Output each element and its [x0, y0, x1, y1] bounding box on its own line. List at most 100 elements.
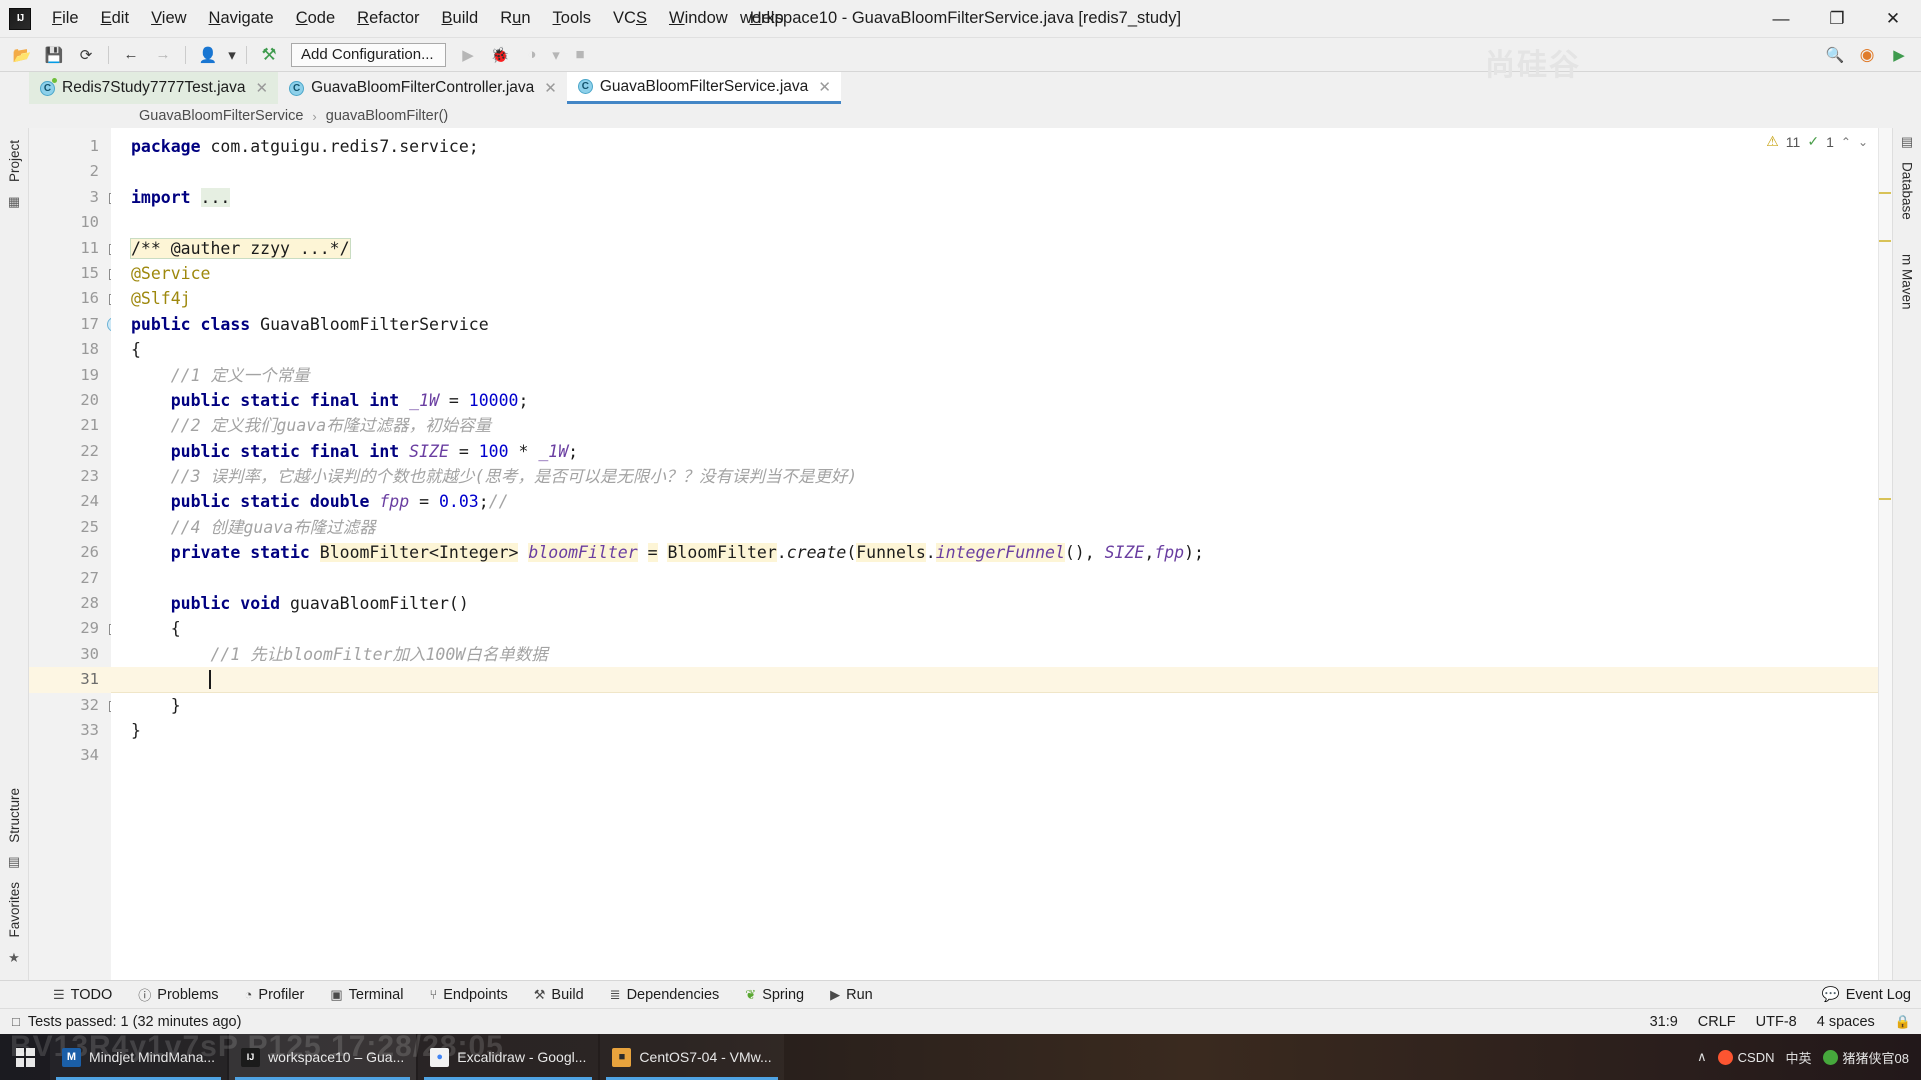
breadcrumb-class[interactable]: GuavaBloomFilterService [139, 108, 303, 124]
line-number[interactable]: 34 [29, 743, 111, 768]
forward-icon[interactable]: → [149, 42, 177, 68]
line-number[interactable]: 23 [29, 464, 111, 489]
code-line[interactable] [111, 210, 1892, 235]
line-number[interactable]: 1 [29, 134, 111, 159]
chevron-down-icon[interactable]: ▾ [226, 42, 238, 68]
line-number[interactable]: 17◉ [29, 312, 122, 337]
next-highlight-icon[interactable]: ⌄ [1858, 135, 1868, 149]
sidebar-item-database[interactable]: Database [1900, 154, 1915, 228]
code-line[interactable]: public static final int _1W = 10000; [111, 388, 1892, 413]
editor-tab-redis7study7777test[interactable]: C Redis7Study7777Test.java ✕ [29, 72, 279, 104]
search-icon[interactable]: 🔍 [1821, 42, 1849, 68]
previous-highlight-icon[interactable]: ⌃ [1841, 135, 1851, 149]
line-number[interactable]: 15- [29, 261, 120, 297]
sidebar-item-favorites[interactable]: Favorites [7, 874, 22, 946]
code-line[interactable]: public class GuavaBloomFilterService [111, 312, 1892, 337]
code-line[interactable]: //3 误判率，它越小误判的个数也就越少(思考，是否可以是无限小？？没有误判当不… [111, 464, 1892, 489]
start-button[interactable] [0, 1034, 50, 1080]
breadcrumb-method[interactable]: guavaBloomFilter() [326, 108, 449, 124]
line-number[interactable]: 28 [29, 591, 111, 616]
code-line[interactable] [111, 566, 1892, 591]
event-log-button[interactable]: 💬 Event Log [1822, 986, 1911, 1004]
run-icon[interactable]: ▶ [454, 42, 482, 68]
taskbar-item-excalidraw[interactable]: ● Excalidraw - Googl... [418, 1034, 599, 1080]
menu-edit[interactable]: Edit [90, 5, 140, 32]
line-number[interactable]: 27 [29, 566, 111, 591]
code-line[interactable]: @Service [111, 261, 1892, 286]
sidebar-item-structure[interactable]: Structure [7, 780, 22, 851]
line-number[interactable]: 32- [29, 693, 120, 729]
menu-code[interactable]: Code [285, 5, 346, 32]
code-line[interactable]: //1 定义一个常量 [111, 363, 1892, 388]
menu-view[interactable]: View [140, 5, 197, 32]
line-number[interactable]: 20 [29, 388, 111, 413]
line-separator[interactable]: CRLF [1698, 1014, 1736, 1030]
profile-icon[interactable]: 👤 [194, 42, 222, 68]
line-number[interactable]: 29- [29, 616, 120, 653]
menu-run[interactable]: Run [489, 5, 541, 32]
editor-tab-guavabloomfilterservice[interactable]: C GuavaBloomFilterService.java ✕ [566, 72, 841, 104]
code-line[interactable]: public static double fpp = 0.03;// [111, 489, 1892, 514]
line-number[interactable]: 16- [29, 286, 120, 323]
line-number-gutter[interactable]: 123+1011+15-16-17◉1819202122232425262728… [29, 128, 122, 980]
menu-help[interactable]: Help [739, 5, 795, 32]
stop-icon[interactable]: ■ [566, 42, 594, 68]
code-text-area[interactable]: package com.atguigu.redis7.service; impor… [111, 128, 1892, 980]
code-line[interactable]: { [111, 616, 1892, 641]
menu-vcs[interactable]: VCS [602, 5, 658, 32]
code-line[interactable] [111, 743, 1892, 768]
close-tab-icon[interactable]: ✕ [256, 79, 269, 97]
structure-panel-icon[interactable]: ▤ [8, 854, 20, 870]
line-number[interactable]: 18 [29, 337, 111, 362]
tool-window-spring[interactable]: ❦ Spring [732, 987, 817, 1003]
code-line[interactable]: } [111, 693, 1892, 718]
line-number[interactable]: 3+ [29, 185, 120, 210]
code-line[interactable]: //1 先让bloomFilter加入100W白名单数据 [111, 642, 1892, 667]
line-number[interactable]: 11+ [29, 236, 120, 261]
menu-tools[interactable]: Tools [542, 5, 603, 32]
line-number[interactable]: 22 [29, 439, 111, 464]
line-number[interactable]: 21 [29, 413, 111, 438]
tool-window-dependencies[interactable]: ≣ Dependencies [597, 987, 733, 1003]
tool-window-profiler[interactable]: ◔ Profiler [232, 987, 318, 1003]
code-line[interactable]: public void guavaBloomFilter() [111, 591, 1892, 616]
show-hidden-icons[interactable]: ∧ [1697, 1049, 1707, 1065]
tool-window-endpoints[interactable]: ⑂ Endpoints [416, 987, 520, 1003]
code-line[interactable]: } [111, 718, 1892, 743]
code-line[interactable]: //2 定义我们guava布隆过滤器，初始容量 [111, 413, 1892, 438]
line-number[interactable]: 10 [29, 210, 111, 235]
sidebar-item-project[interactable]: Project [7, 132, 22, 190]
maximize-button[interactable]: ❐ [1809, 0, 1865, 38]
line-number[interactable]: 24 [29, 489, 111, 514]
code-line[interactable]: /** @auther zzyy ...*/ [111, 236, 1892, 261]
tool-window-problems[interactable]: ⓘ Problems [125, 985, 231, 1004]
lock-icon[interactable]: 🔒 [1895, 1014, 1911, 1030]
code-line[interactable]: @Slf4j [111, 286, 1892, 311]
line-number[interactable]: 33 [29, 718, 111, 743]
build-hammer-icon[interactable]: ⚒ [255, 42, 283, 68]
profiler-dropdown-icon[interactable]: ▾ [550, 42, 562, 68]
plugin-icon[interactable]: ◉ [1853, 42, 1881, 68]
minimize-button[interactable]: — [1753, 0, 1809, 38]
tool-window-build[interactable]: ⚒ Build [521, 987, 597, 1003]
line-number[interactable]: 25 [29, 515, 111, 540]
code-line[interactable]: private static BloomFilter<Integer> bloo… [111, 540, 1892, 565]
file-encoding[interactable]: UTF-8 [1756, 1014, 1797, 1030]
tool-window-terminal[interactable]: ▣ Terminal [317, 987, 416, 1003]
user-badge[interactable]: 猪猪侠官08 [1822, 1048, 1909, 1067]
csdn-badge[interactable]: CSDN [1717, 1049, 1775, 1065]
editor-tab-guavabloomfiltercontroller[interactable]: C GuavaBloomFilterController.java ✕ [278, 72, 567, 104]
code-line[interactable]: { [111, 337, 1892, 362]
indent-setting[interactable]: 4 spaces [1817, 1014, 1875, 1030]
menu-refactor[interactable]: Refactor [346, 5, 430, 32]
marker-warning[interactable] [1879, 498, 1891, 500]
code-editor[interactable]: 123+1011+15-16-17◉1819202122232425262728… [29, 128, 1892, 980]
marker-warning[interactable] [1879, 192, 1891, 194]
inspection-widget[interactable]: ⚠ 11 ✓ 1 ⌃ ⌄ [1766, 133, 1868, 150]
line-number[interactable]: 31 [29, 667, 111, 693]
line-number[interactable]: 26 [29, 540, 111, 565]
caret-position[interactable]: 31:9 [1650, 1014, 1678, 1030]
coverage-icon[interactable]: ◑ [518, 42, 546, 68]
line-number[interactable]: 30 [29, 642, 111, 667]
sidebar-item-maven[interactable]: m Maven [1900, 246, 1915, 318]
